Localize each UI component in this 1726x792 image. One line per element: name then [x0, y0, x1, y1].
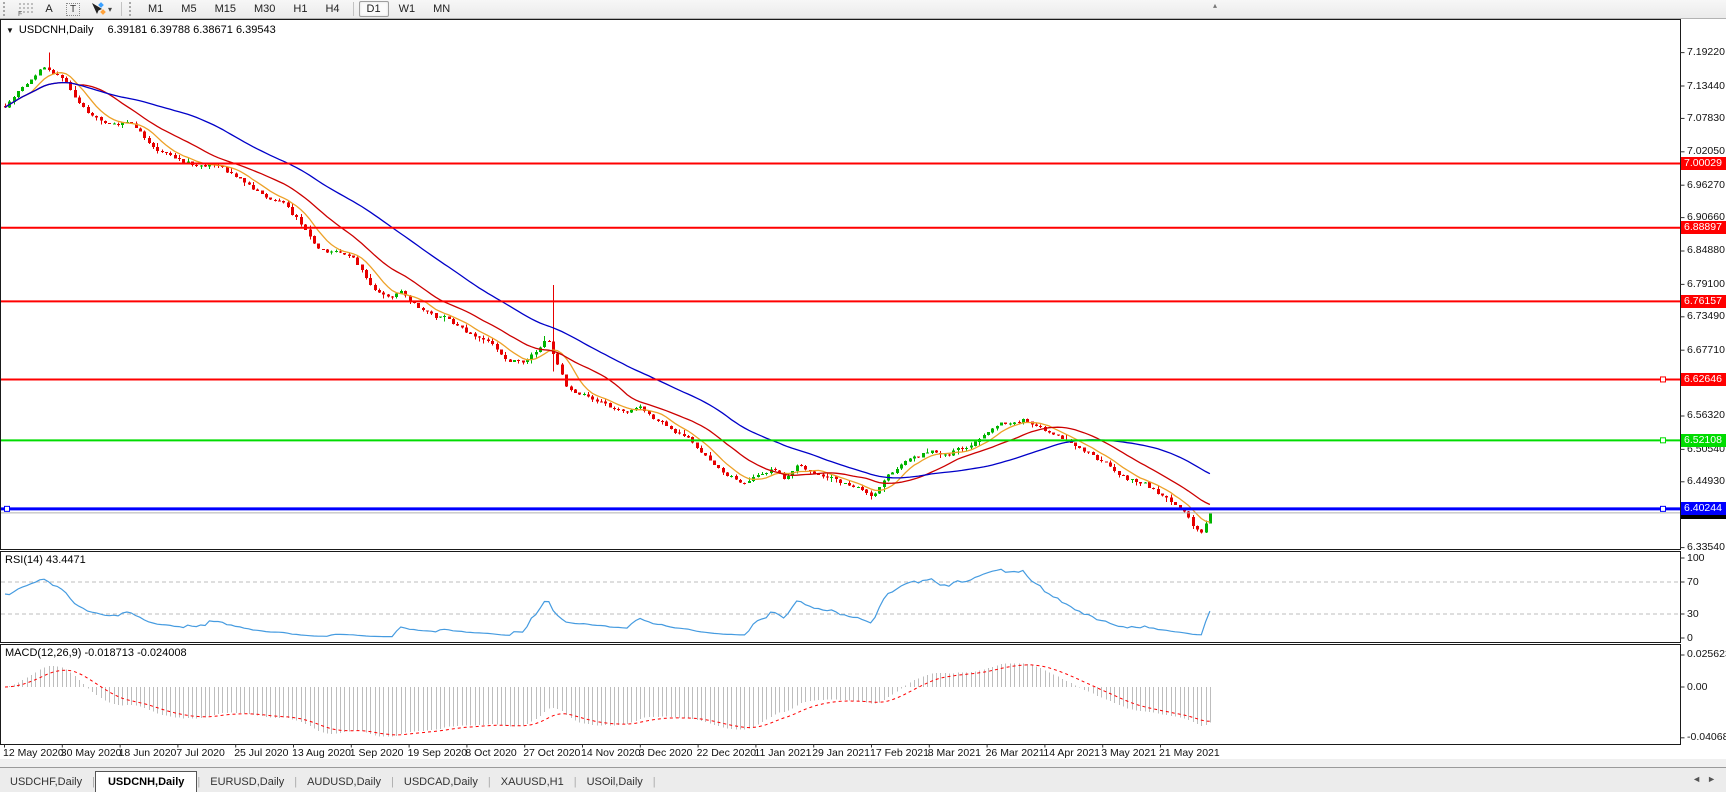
date-axis-label: 21 May 2021	[1159, 747, 1220, 759]
macd-axis-label: -0.040687	[1687, 731, 1725, 743]
price-axis-label: 6.44930	[1687, 475, 1725, 487]
date-axis-label: 13 Aug 2020	[292, 747, 351, 759]
terminal-window: F A T ▾ M1 M5 M15 M30 H1 H4 D1 W1 MN ▴ ▼…	[0, 0, 1726, 792]
price-axis-label: 6.56320	[1687, 409, 1725, 421]
level-price-label: 6.76157	[1681, 295, 1726, 308]
date-axis-label: 11 Jan 2021	[754, 747, 811, 759]
chart-tab-bar: USDCHF,Daily|USDCNH,Daily|EURUSD,Daily|A…	[0, 767, 1726, 792]
level-price-label: 6.62646	[1681, 373, 1726, 386]
chart-ohlc-quotes: 6.39181 6.39788 6.38671 6.39543	[107, 24, 275, 36]
date-axis-label: 3 May 2021	[1101, 747, 1156, 759]
tab-audusd[interactable]: AUDUSD,Daily	[297, 772, 391, 792]
price-axis-label: 6.79100	[1687, 278, 1725, 290]
macd-axis-label: 0.025623	[1687, 648, 1725, 660]
price-axis-label: 7.13440	[1687, 80, 1725, 92]
tab-separator: |	[653, 776, 656, 792]
line-handle[interactable]	[1661, 438, 1666, 443]
line-handle[interactable]	[1661, 506, 1666, 511]
date-axis-label: 8 Oct 2020	[465, 747, 516, 759]
price-axis-label: 6.84880	[1687, 244, 1725, 256]
level-price-label: 6.88897	[1681, 221, 1726, 234]
rsi-panel	[1, 552, 1681, 643]
date-axis-label: 27 Oct 2020	[523, 747, 580, 759]
tab-usdchf[interactable]: USDCHF,Daily	[0, 772, 92, 792]
date-axis-label: 14 Nov 2020	[581, 747, 641, 759]
price-axis-label: 6.96270	[1687, 179, 1725, 191]
tab-scroll-buttons: ◄►	[1692, 774, 1722, 784]
main-chart-panel	[1, 20, 1681, 550]
tab-usoil[interactable]: USOil,Daily	[577, 772, 653, 792]
price-axis-label: 7.07830	[1687, 112, 1725, 124]
horizontal-scrollbar[interactable]	[0, 759, 1726, 767]
rsi-indicator-label: RSI(14) 43.4471	[5, 554, 86, 566]
date-axis-label: 14 Apr 2021	[1043, 747, 1100, 759]
date-axis-label: 8 Mar 2021	[928, 747, 981, 759]
date-axis-label: 19 Sep 2020	[408, 747, 468, 759]
date-axis-label: 1 Sep 2020	[350, 747, 404, 759]
tab-xauusd[interactable]: XAUUSD,H1	[491, 772, 574, 792]
tab-usdcad[interactable]: USDCAD,Daily	[394, 772, 488, 792]
macd-indicator-label: MACD(12,26,9) -0.018713 -0.024008	[5, 647, 187, 659]
chart-title: ▼ USDCNH,Daily 6.39181 6.39788 6.38671 6.3…	[6, 24, 276, 36]
level-price-label: 6.52108	[1681, 434, 1726, 447]
date-axis-label: 7 Jul 2020	[176, 747, 224, 759]
date-axis-label: 29 Jan 2021	[812, 747, 870, 759]
line-handle[interactable]	[1661, 377, 1666, 382]
date-axis-label: 18 Jun 2020	[119, 747, 177, 759]
date-axis-label: 25 Jul 2020	[234, 747, 288, 759]
chart-symbol: USDCNH,Daily	[19, 24, 94, 36]
rsi-axis-label: 30	[1687, 608, 1725, 620]
macd-axis-label: 0.00	[1687, 681, 1725, 693]
date-axis-label: 17 Feb 2021	[870, 747, 929, 759]
chart-menu-icon[interactable]: ▼	[6, 26, 14, 35]
level-price-label: 7.00029	[1681, 157, 1726, 170]
chart-canvas[interactable]	[0, 0, 1726, 760]
price-axis-label: 6.73490	[1687, 310, 1725, 322]
price-axis-label: 6.67710	[1687, 344, 1725, 356]
date-axis-label: 26 Mar 2021	[986, 747, 1045, 759]
date-axis-label: 30 May 2020	[61, 747, 122, 759]
tab-eurusd[interactable]: EURUSD,Daily	[200, 772, 294, 792]
rsi-axis-label: 0	[1687, 632, 1725, 644]
rsi-axis-label: 70	[1687, 576, 1725, 588]
level-price-label: 6.40244	[1681, 502, 1726, 515]
price-axis-label: 7.19220	[1687, 46, 1725, 58]
line-handle[interactable]	[5, 506, 10, 511]
date-axis-label: 12 May 2020	[3, 747, 64, 759]
tab-usdcnh[interactable]: USDCNH,Daily	[95, 771, 197, 792]
date-axis-label: 22 Dec 2020	[697, 747, 757, 759]
price-axis-label: 7.02050	[1687, 145, 1725, 157]
date-axis-label: 3 Dec 2020	[639, 747, 693, 759]
tab-scroll-right-icon[interactable]: ►	[1707, 774, 1722, 784]
tab-scroll-left-icon[interactable]: ◄	[1692, 774, 1707, 784]
rsi-axis-label: 100	[1687, 552, 1725, 564]
